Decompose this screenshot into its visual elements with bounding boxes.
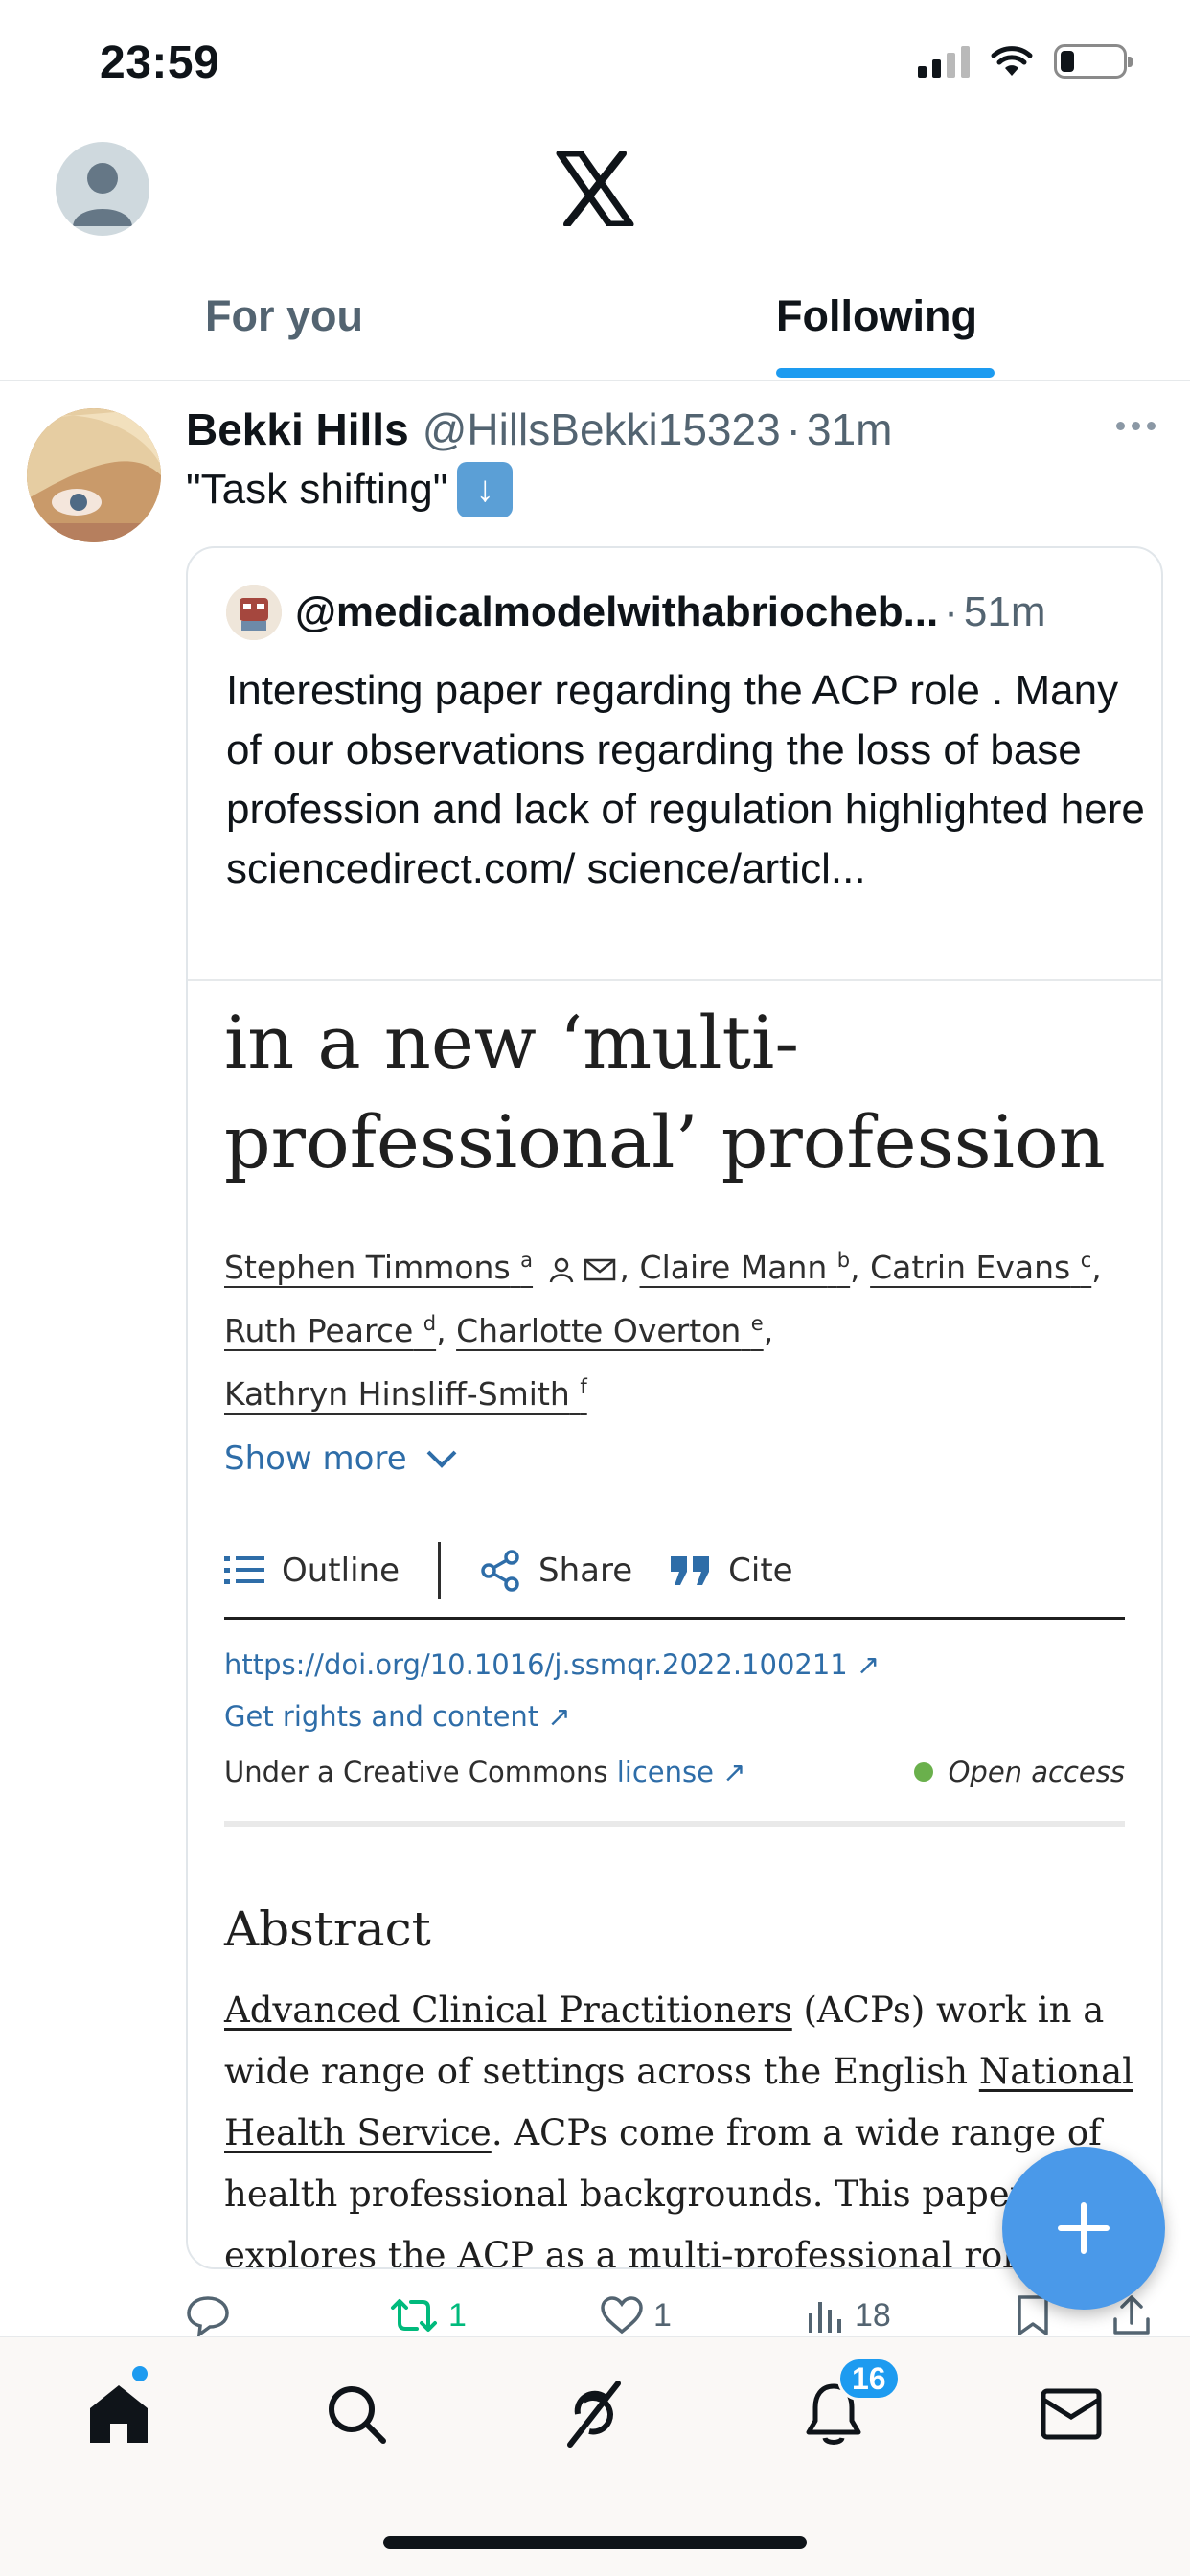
status-icons [918, 42, 1133, 80]
show-more-label: Show more [224, 1439, 407, 1478]
list-icon [224, 1555, 264, 1584]
profile-avatar-icon[interactable] [56, 142, 149, 236]
x-logo-icon[interactable] [556, 151, 634, 226]
tweet-actions: 1 1 18 [186, 2287, 1163, 2344]
quoted-author-handle[interactable]: @medicalmodelwithabriocheb... [295, 588, 938, 636]
home-unread-dot [132, 2366, 148, 2381]
cite-action: Cite [671, 1552, 793, 1590]
down-arrow-emoji-icon: ↓ [457, 462, 514, 518]
grok-icon [567, 2380, 621, 2448]
quoted-tweet[interactable]: @medicalmodelwithabriocheb... · 51m Inte… [186, 546, 1163, 2269]
quoted-author-avatar [226, 585, 282, 640]
license-link: license [616, 1756, 714, 1788]
home-indicator [383, 2536, 807, 2549]
tweet-header: Bekki Hills @HillsBekki15323 · 31m [186, 401, 892, 458]
nav-search[interactable] [318, 2376, 395, 2452]
rights-link: Get rights and content [224, 1700, 539, 1733]
author: Stephen Timmons a [224, 1249, 534, 1286]
external-link-icon: ↗ [722, 1756, 746, 1788]
paper-title: in a new ‘multi-professional’ profession [224, 1000, 1106, 1184]
battery-icon [1054, 44, 1133, 79]
timeline-tabs: For you Following [0, 268, 1190, 381]
outline-action: Outline [224, 1552, 400, 1590]
doi-links: https://doi.org/10.1016/j.ssmqr.2022.100… [224, 1639, 880, 1742]
paper-actions: Outline Share Cite [224, 1524, 1125, 1620]
tweet-text-content: "Task shifting" [186, 466, 448, 513]
doi-link: https://doi.org/10.1016/j.ssmqr.2022.100… [224, 1648, 848, 1681]
external-link-icon: ↗ [856, 1648, 881, 1681]
email-icon [584, 1258, 615, 1280]
tweet-time: 31m [807, 404, 893, 454]
nav-grok[interactable] [556, 2376, 632, 2452]
active-tab-indicator [776, 368, 995, 378]
bookmark-button[interactable] [1016, 2294, 1050, 2336]
author: Catrin Evans c [870, 1249, 1092, 1286]
reply-button[interactable] [186, 2294, 240, 2336]
more-icon[interactable] [1116, 422, 1156, 430]
quoted-tweet-header: @medicalmodelwithabriocheb... · 51m [226, 585, 1046, 640]
tweet-author-avatar[interactable] [27, 408, 161, 542]
mail-icon [1041, 2388, 1102, 2440]
tweet-author-name[interactable]: Bekki Hills [186, 403, 409, 455]
bookmark-icon [1018, 2295, 1048, 2335]
share-nodes-icon [481, 1549, 519, 1592]
compose-icon [1058, 2202, 1110, 2254]
tweet-text: "Task shifting" ↓ [186, 462, 514, 518]
cellular-signal-icon [918, 45, 970, 78]
author: Kathryn Hinsliff-Smith f [224, 1375, 587, 1413]
share-action: Share [479, 1549, 632, 1592]
external-link-icon: ↗ [547, 1700, 571, 1733]
quote-icon [671, 1555, 710, 1585]
open-access-badge: Open access [913, 1756, 1125, 1788]
show-more-link: Show more [224, 1439, 459, 1478]
author: Claire Mann b [639, 1249, 851, 1286]
views-icon [809, 2302, 841, 2333]
paper-authors: Stephen Timmons a , Claire Mann b, Catri… [224, 1249, 1102, 1413]
separator-dot: · [786, 404, 801, 454]
paper-screenshot[interactable]: in a new ‘multi-professional’ profession… [188, 981, 1161, 2269]
nav-home[interactable] [80, 2376, 157, 2452]
search-icon [329, 2386, 386, 2444]
repost-button[interactable]: 1 [389, 2296, 467, 2334]
quoted-tweet-time: 51m [963, 588, 1046, 635]
tweet-author-handle[interactable]: @HillsBekki15323 [423, 403, 781, 455]
license-row: Under a Creative Commons license ↗ Open … [224, 1756, 1125, 1788]
author-contact-icons [547, 1255, 616, 1284]
separator-dot: · [944, 588, 958, 635]
like-icon [601, 2296, 643, 2334]
nav-messages[interactable] [1033, 2376, 1110, 2452]
author: Ruth Pearce d [224, 1312, 437, 1349]
abstract-text: Advanced Clinical Practitioners (ACPs) w… [224, 1990, 1133, 2269]
open-access-dot-icon [913, 1762, 933, 1782]
home-icon [90, 2385, 148, 2443]
like-button[interactable]: 1 [600, 2296, 672, 2334]
quoted-tweet-text: Interesting paper regarding the ACP role… [226, 667, 1145, 892]
status-time: 23:59 [100, 37, 220, 88]
tab-following[interactable]: Following [776, 291, 977, 341]
reply-icon [187, 2296, 229, 2336]
notifications-badge: 16 [837, 2357, 901, 2401]
paper-divider [224, 1821, 1125, 1827]
author: Charlotte Overton e [456, 1312, 764, 1349]
tab-for-you[interactable]: For you [205, 291, 363, 341]
abstract-heading: Abstract [224, 1901, 431, 1957]
chevron-down-icon [426, 1450, 457, 1468]
compose-button[interactable] [1002, 2147, 1165, 2310]
views-button[interactable]: 18 [807, 2296, 891, 2334]
repost-icon [391, 2299, 437, 2332]
person-icon [549, 1257, 573, 1282]
wifi-icon [991, 46, 1033, 76]
